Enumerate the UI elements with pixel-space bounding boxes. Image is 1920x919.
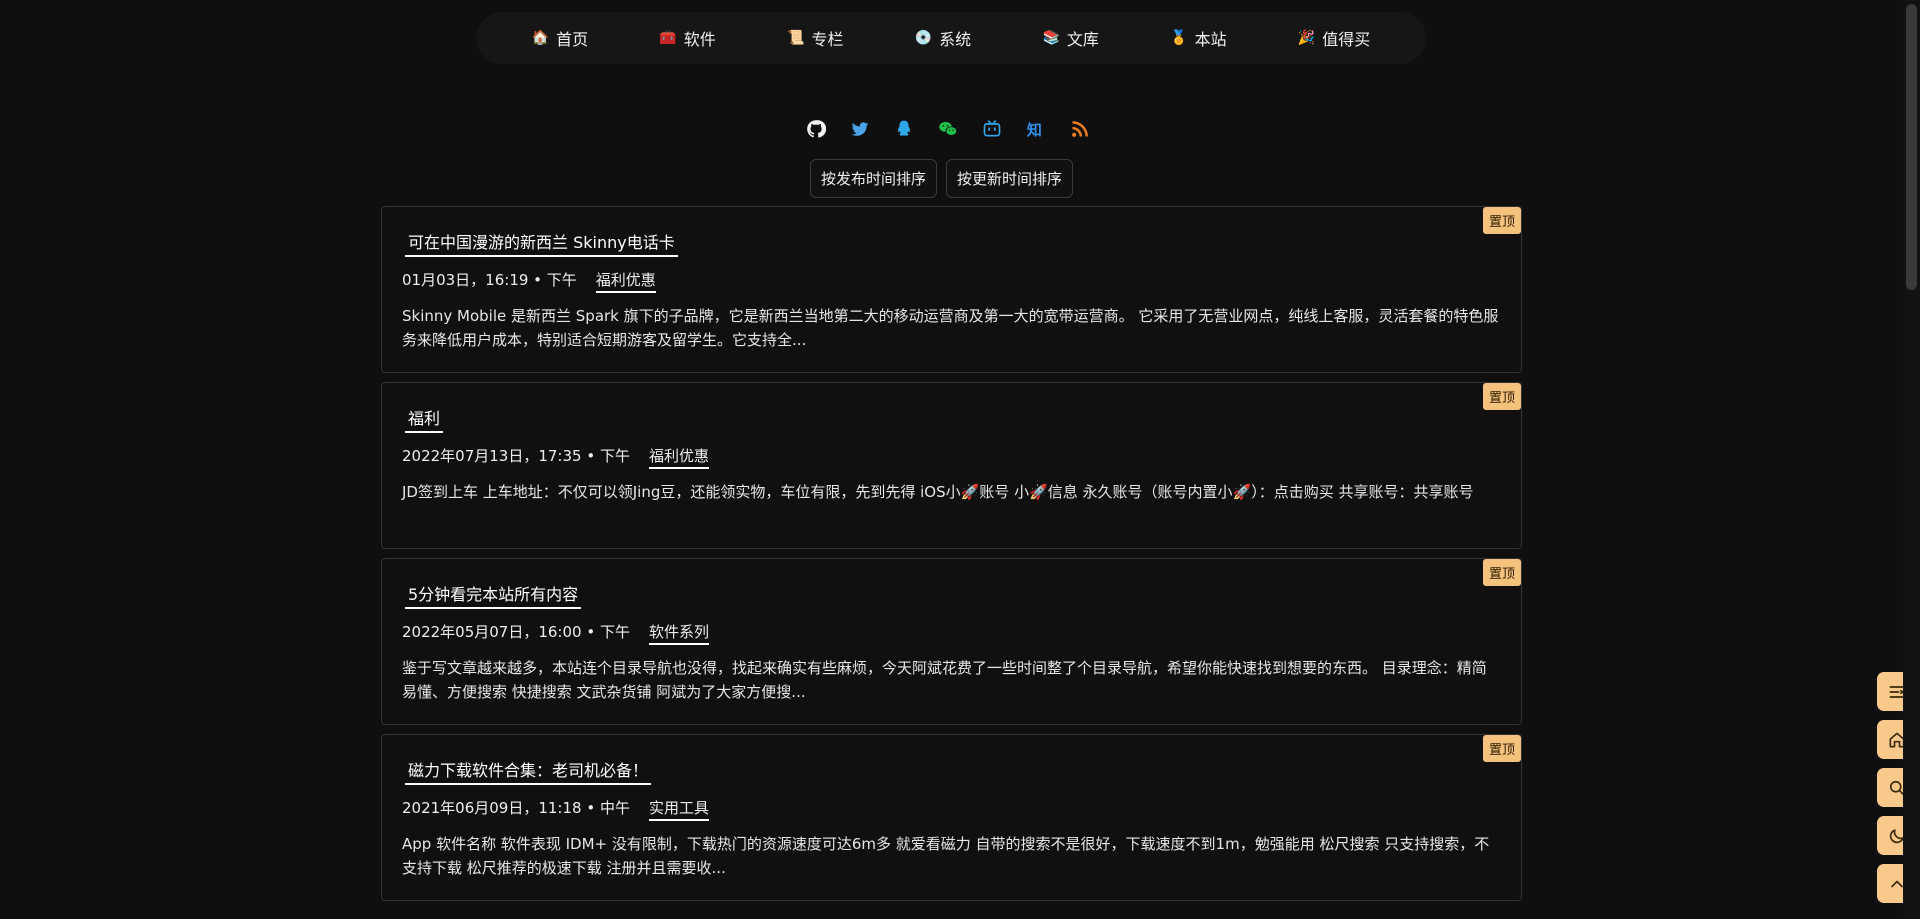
post-title-link[interactable]: 5分钟看完本站所有内容 bbox=[405, 581, 582, 609]
sort-controls: 按发布时间排序 按更新时间排序 bbox=[810, 159, 1074, 198]
bilibili-icon[interactable] bbox=[981, 118, 1003, 140]
sort-by-update-button[interactable]: 按更新时间排序 bbox=[946, 159, 1074, 198]
rss-icon[interactable] bbox=[1069, 118, 1091, 140]
top-navigation: 🏠 首页 🧰 软件 📜 专栏 💿 系统 📚 文库 🏅 本站 🎉 值得买 bbox=[476, 12, 1426, 64]
post-date: 2021年06月09日，11:18 • 中午 bbox=[402, 799, 630, 817]
wechat-icon[interactable] bbox=[937, 118, 959, 140]
pinned-badge: 置顶 bbox=[1482, 559, 1521, 586]
post-meta: 01月03日，16:19 • 下午 福利优惠 bbox=[402, 269, 656, 293]
pinned-badge: 置顶 bbox=[1482, 383, 1521, 410]
post-meta: 2022年05月07日，16:00 • 下午 软件系列 bbox=[402, 621, 709, 645]
nav-label: 系统 bbox=[939, 30, 972, 49]
twitter-icon[interactable] bbox=[849, 118, 871, 140]
nav-label: 值得买 bbox=[1322, 30, 1371, 49]
nav-label: 首页 bbox=[556, 30, 589, 49]
post-excerpt: 鉴于写文章越来越多，本站连个目录导航也没得，找起来确实有些麻烦，今天阿斌花费了一… bbox=[402, 659, 1487, 701]
nav-label: 专栏 bbox=[811, 30, 844, 49]
nav-item-column[interactable]: 📜 专栏 bbox=[787, 26, 843, 50]
toolbox-icon: 🧰 bbox=[659, 30, 677, 46]
post-title-link[interactable]: 福利 bbox=[405, 405, 444, 433]
disc-icon: 💿 bbox=[914, 30, 933, 46]
scroll-icon: 📜 bbox=[787, 30, 805, 46]
post-category-link[interactable]: 福利优惠 bbox=[648, 445, 709, 469]
social-links: 知 bbox=[805, 118, 1091, 140]
post-category-link[interactable]: 软件系列 bbox=[648, 621, 709, 645]
post-meta: 2022年07月13日，17:35 • 下午 福利优惠 bbox=[402, 445, 709, 469]
post-excerpt: JD签到上车 上车地址：不仅可以领Jing豆，还能领实物，车位有限，先到先得 i… bbox=[402, 483, 1474, 501]
medal-icon: 🏅 bbox=[1170, 30, 1188, 46]
post-card: 置顶 磁力下载软件合集：老司机必备！ 2021年06月09日，11:18 • 中… bbox=[381, 734, 1522, 901]
post-date: 2022年07月13日，17:35 • 下午 bbox=[402, 447, 630, 465]
nav-label: 文库 bbox=[1066, 30, 1099, 49]
pinned-badge: 置顶 bbox=[1482, 735, 1521, 762]
nav-item-deals[interactable]: 🎉 值得买 bbox=[1298, 26, 1370, 50]
page-scrollbar[interactable] bbox=[1903, 0, 1920, 919]
zhihu-icon[interactable]: 知 bbox=[1025, 118, 1047, 140]
post-title-link[interactable]: 可在中国漫游的新西兰 Skinny电话卡 bbox=[405, 229, 678, 257]
nav-item-library[interactable]: 📚 文库 bbox=[1042, 26, 1098, 50]
qq-icon[interactable] bbox=[893, 118, 915, 140]
post-title-link[interactable]: 磁力下载软件合集：老司机必备！ bbox=[405, 757, 652, 785]
scrollbar-thumb[interactable] bbox=[1906, 4, 1917, 290]
nav-item-site[interactable]: 🏅 本站 bbox=[1170, 26, 1226, 50]
nav-label: 软件 bbox=[683, 30, 716, 49]
post-date: 01月03日，16:19 • 下午 bbox=[402, 271, 577, 289]
post-card: 置顶 可在中国漫游的新西兰 Skinny电话卡 01月03日，16:19 • 下… bbox=[381, 206, 1522, 373]
post-excerpt: App 软件名称 软件表现 IDM+ 没有限制，下载热门的资源速度可达6m多 就… bbox=[402, 835, 1490, 877]
svg-text:知: 知 bbox=[1027, 121, 1042, 139]
nav-label: 本站 bbox=[1194, 30, 1227, 49]
post-card: 置顶 福利 2022年07月13日，17:35 • 下午 福利优惠 JD签到上车… bbox=[381, 382, 1522, 549]
post-card: 置顶 5分钟看完本站所有内容 2022年05月07日，16:00 • 下午 软件… bbox=[381, 558, 1522, 725]
github-icon[interactable] bbox=[805, 118, 827, 140]
post-list: 置顶 可在中国漫游的新西兰 Skinny电话卡 01月03日，16:19 • 下… bbox=[381, 206, 1522, 910]
post-meta: 2021年06月09日，11:18 • 中午 实用工具 bbox=[402, 797, 709, 821]
books-icon: 📚 bbox=[1042, 30, 1060, 46]
post-category-link[interactable]: 福利优惠 bbox=[595, 269, 656, 293]
post-category-link[interactable]: 实用工具 bbox=[648, 797, 709, 821]
sort-by-publish-button[interactable]: 按发布时间排序 bbox=[810, 159, 938, 198]
nav-item-software[interactable]: 🧰 软件 bbox=[659, 26, 715, 50]
pinned-badge: 置顶 bbox=[1482, 207, 1521, 234]
nav-item-home[interactable]: 🏠 首页 bbox=[532, 26, 588, 50]
nav-item-system[interactable]: 💿 系统 bbox=[915, 26, 971, 50]
post-date: 2022年05月07日，16:00 • 下午 bbox=[402, 623, 630, 641]
house-icon: 🏠 bbox=[531, 30, 550, 46]
party-popper-icon: 🎉 bbox=[1297, 30, 1316, 46]
post-excerpt: Skinny Mobile 是新西兰 Spark 旗下的子品牌，它是新西兰当地第… bbox=[402, 307, 1499, 349]
